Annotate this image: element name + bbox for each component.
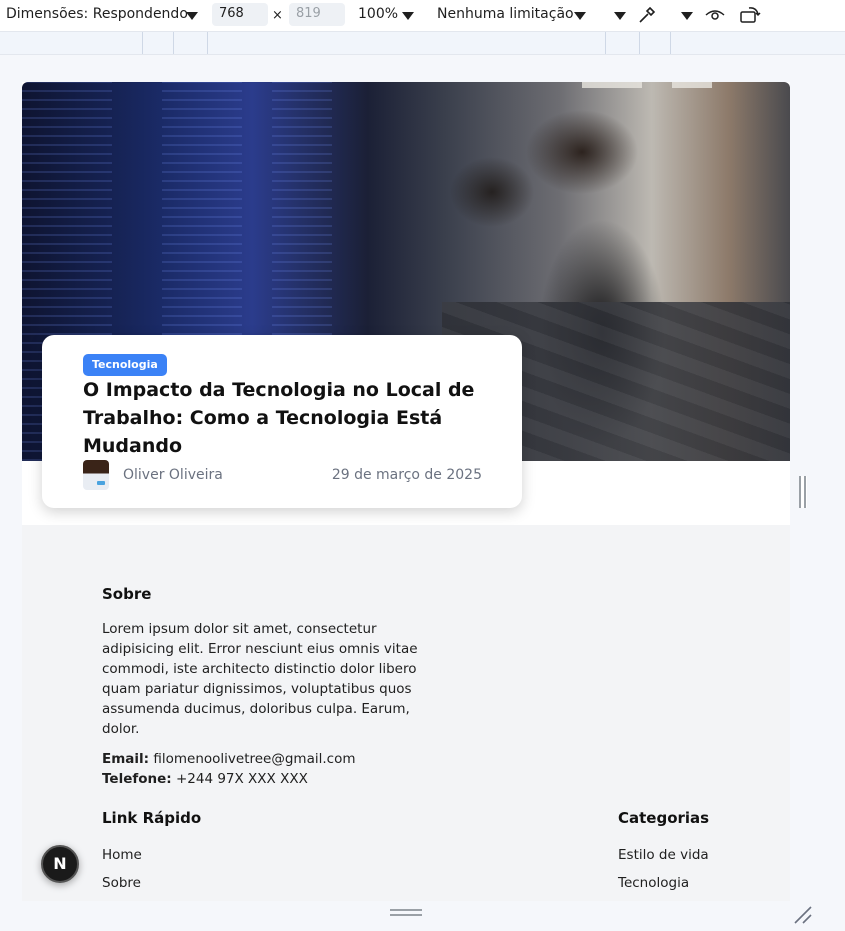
quick-links-heading: Link Rápido bbox=[102, 809, 202, 827]
about-heading: Sobre bbox=[102, 585, 152, 603]
chevron-down-icon[interactable] bbox=[614, 12, 626, 20]
height-input[interactable]: 819 bbox=[289, 3, 345, 26]
media-query-ruler[interactable] bbox=[0, 31, 845, 55]
article-card[interactable]: Tecnologia O Impacto da Tecnologia no Lo… bbox=[42, 335, 522, 508]
width-input[interactable]: 768 bbox=[212, 3, 268, 26]
category-badge[interactable]: Tecnologia bbox=[83, 354, 167, 376]
right-resize-handle[interactable] bbox=[799, 476, 807, 508]
about-text: Lorem ipsum dolor sit amet, consectetur … bbox=[102, 621, 418, 737]
device-stage: Tecnologia O Impacto da Tecnologia no Lo… bbox=[0, 55, 845, 931]
chevron-down-icon[interactable] bbox=[186, 12, 198, 20]
footer-category-technology[interactable]: Tecnologia bbox=[618, 875, 689, 891]
eye-icon[interactable] bbox=[704, 4, 726, 26]
throttle-select[interactable]: Nenhuma limitação bbox=[437, 6, 574, 22]
device-toolbar: Dimensões: Respondendo 768 × 819 100% Ne… bbox=[0, 0, 845, 31]
chevron-down-icon[interactable] bbox=[402, 12, 414, 20]
email-label: Email: bbox=[102, 751, 150, 767]
nextjs-dev-badge[interactable]: N bbox=[41, 845, 79, 883]
times-sign: × bbox=[272, 8, 283, 23]
bottom-resize-handle[interactable] bbox=[390, 909, 424, 919]
page-viewport: Tecnologia O Impacto da Tecnologia no Lo… bbox=[22, 82, 790, 901]
phone-label: Telefone: bbox=[102, 771, 172, 787]
email-value[interactable]: filomenoolivetree@gmail.com bbox=[153, 751, 355, 767]
chevron-down-icon[interactable] bbox=[574, 12, 586, 20]
footer-category-lifestyle[interactable]: Estilo de vida bbox=[618, 847, 709, 863]
article-title[interactable]: O Impacto da Tecnologia no Local de Trab… bbox=[83, 376, 483, 460]
chevron-down-icon[interactable] bbox=[681, 12, 693, 20]
footer-link-home[interactable]: Home bbox=[102, 847, 142, 863]
contact-email: Email: filomenoolivetree@gmail.com bbox=[102, 751, 355, 767]
phone-value[interactable]: +244 97X XXX XXX bbox=[176, 771, 308, 787]
author-name: Oliver Oliveira bbox=[123, 467, 223, 483]
footer-link-sobre[interactable]: Sobre bbox=[102, 875, 141, 891]
categories-heading: Categorias bbox=[618, 809, 710, 827]
avatar bbox=[83, 460, 109, 490]
eyedropper-icon[interactable] bbox=[636, 4, 658, 26]
corner-resize-icon[interactable] bbox=[793, 905, 813, 925]
dimensions-select[interactable]: Dimensões: Respondendo bbox=[6, 6, 188, 22]
rotate-icon[interactable] bbox=[739, 4, 761, 26]
article-date: 29 de março de 2025 bbox=[331, 467, 482, 483]
author-info: Oliver Oliveira bbox=[83, 460, 223, 490]
site-footer: Sobre Lorem ipsum dolor sit amet, consec… bbox=[22, 525, 790, 901]
zoom-select[interactable]: 100% bbox=[358, 6, 398, 22]
contact-phone: Telefone: +244 97X XXX XXX bbox=[102, 771, 308, 787]
